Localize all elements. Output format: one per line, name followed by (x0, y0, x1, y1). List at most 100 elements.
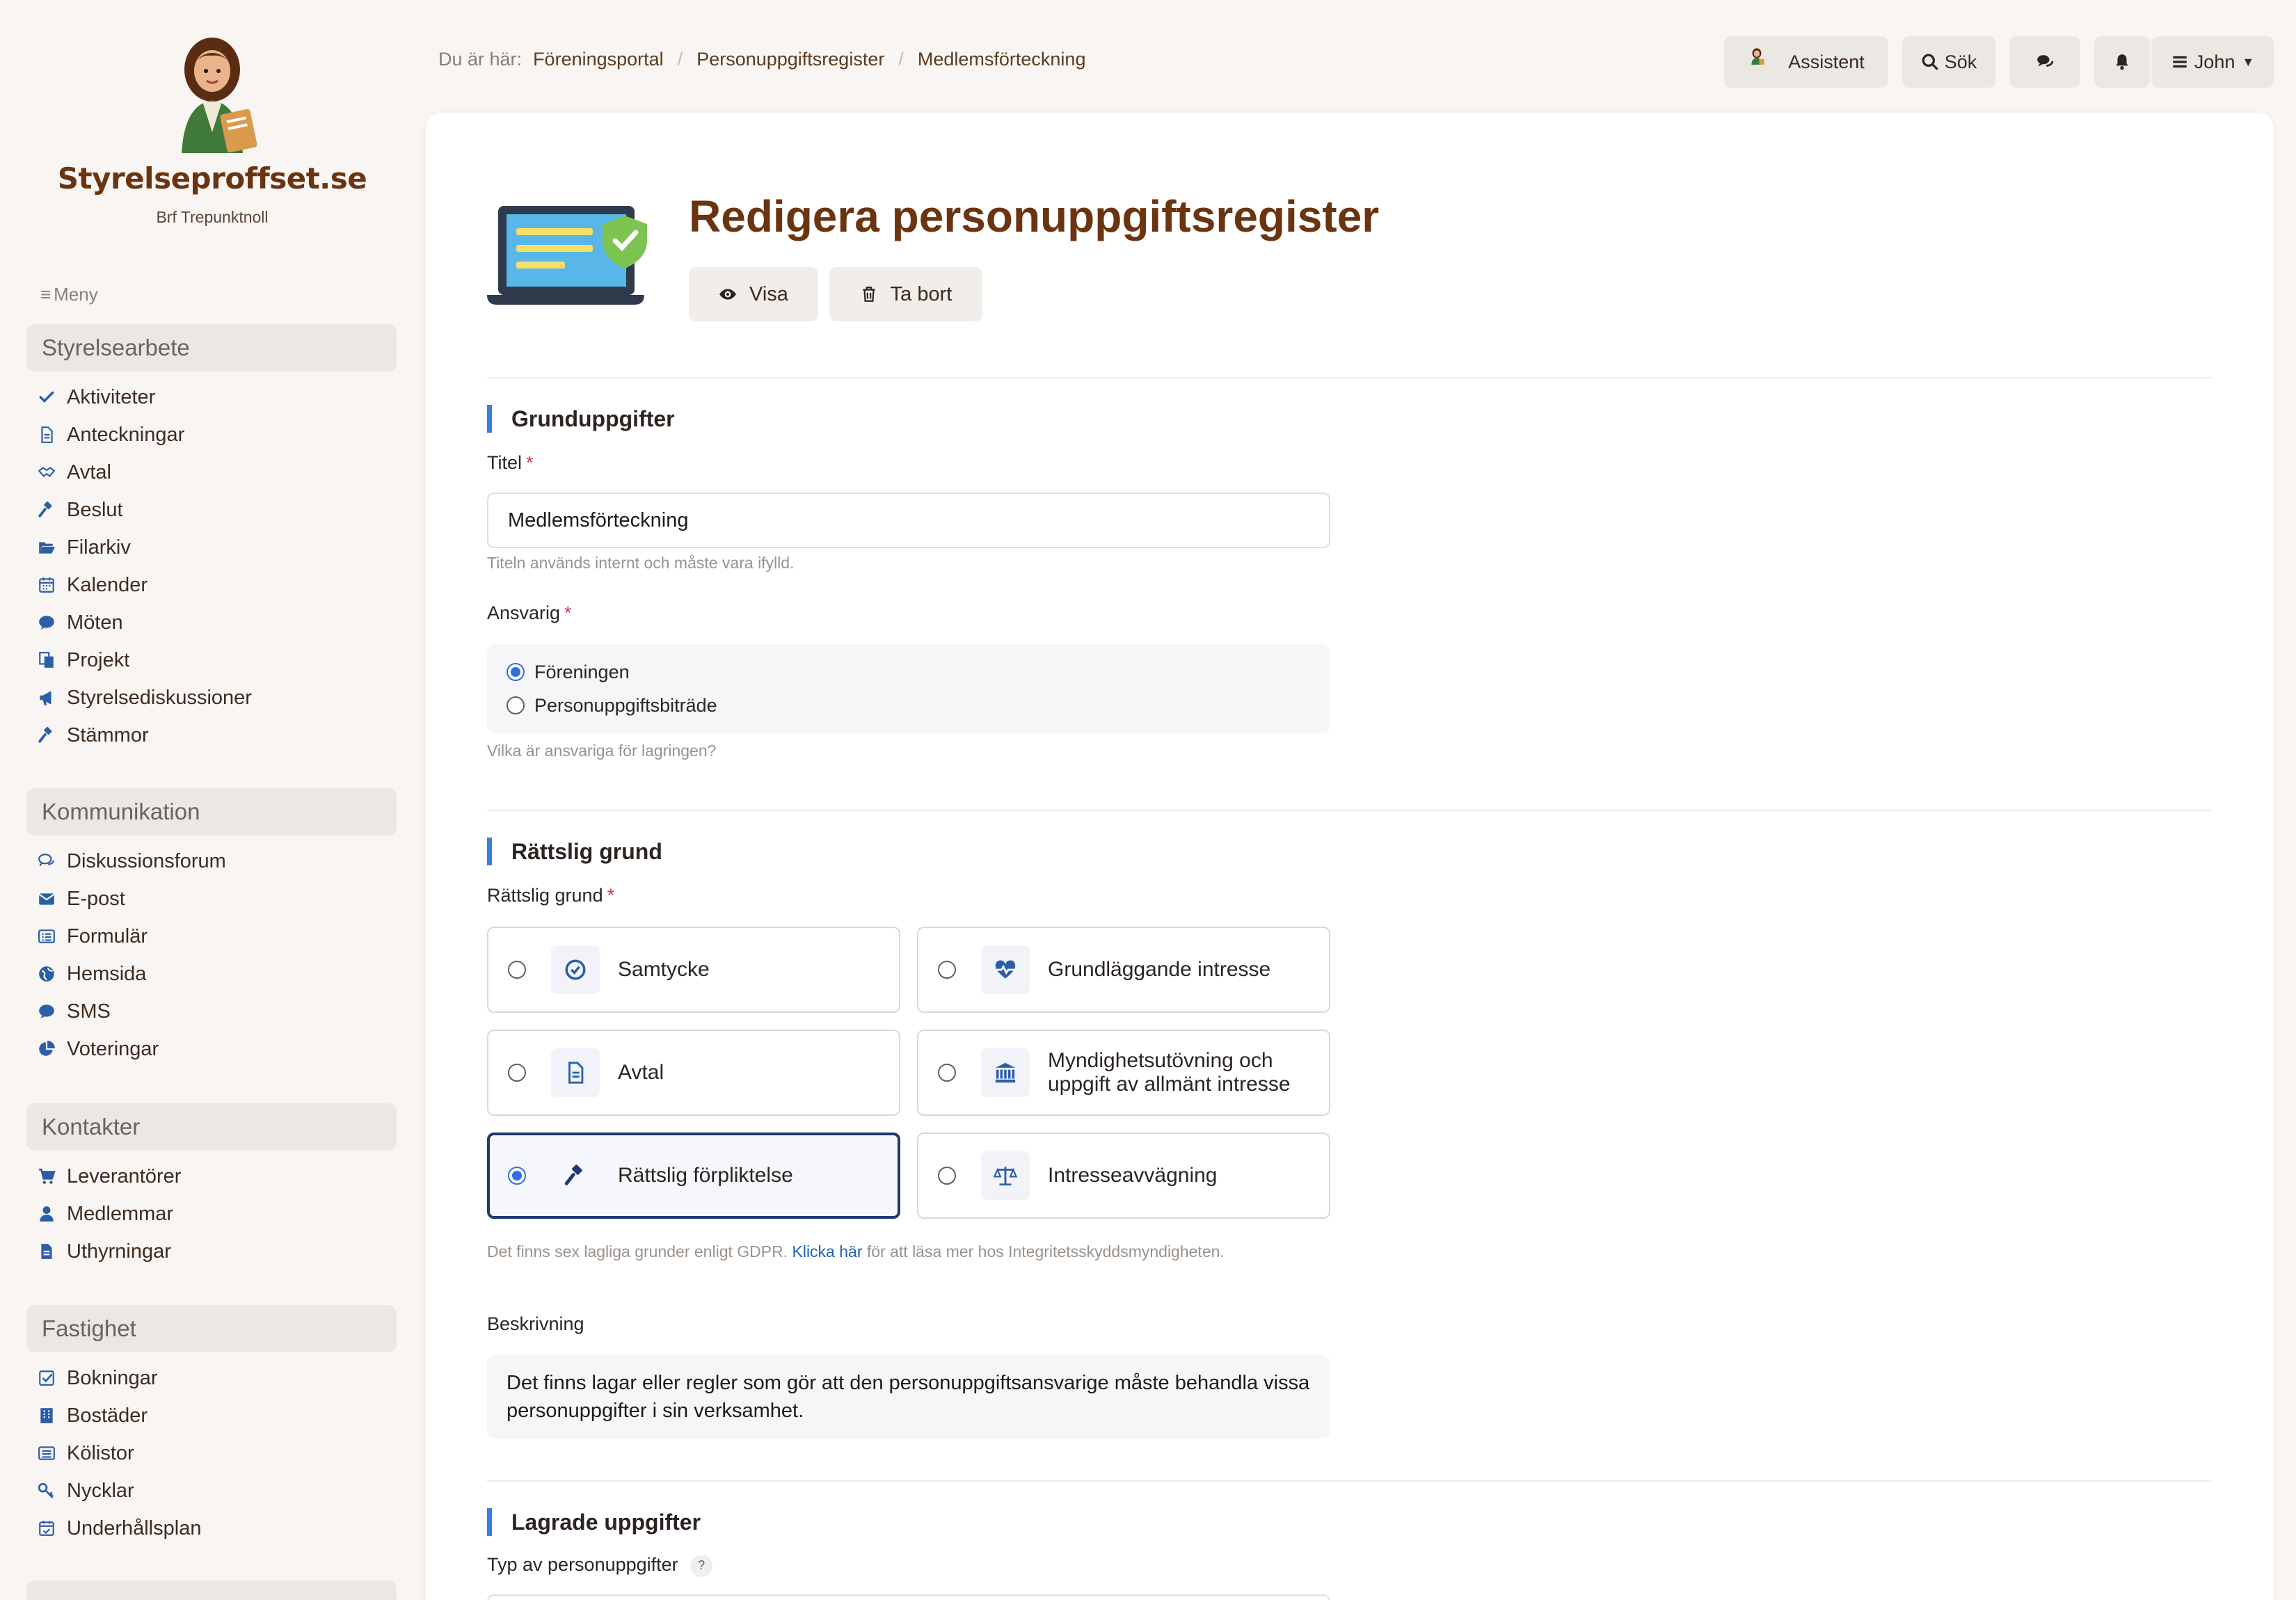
sidebar-item-label: Diskussionsforum (67, 849, 226, 872)
sidebar-item-leverantorer[interactable]: Leverantörer (36, 1158, 398, 1195)
sidebar-item-kolistor[interactable]: Kölistor (36, 1434, 398, 1472)
legal-option-myndighetsutovning[interactable]: Myndighetsutövning och uppgift av allmän… (917, 1030, 1330, 1116)
brand-name: Styrelseproffset.se (57, 161, 367, 195)
sidebar-item-hemsida[interactable]: Hemsida (36, 955, 398, 993)
search-button[interactable]: Sök (1902, 36, 1995, 88)
hamburger-icon: ≡ (40, 284, 51, 305)
sidebar-item-label: Voteringar (67, 1037, 159, 1060)
radio-button[interactable] (508, 1064, 526, 1082)
sidebar-item-anteckningar[interactable]: Anteckningar (36, 416, 398, 454)
main-card: Redigera personuppgiftsregister Visa Ta … (426, 113, 2274, 1600)
sidebar-item-formular[interactable]: Formulär (36, 918, 398, 955)
check-icon (36, 387, 57, 408)
help-question-icon[interactable]: ? (690, 1554, 713, 1577)
sidebar-item-styrelsediskussioner[interactable]: Styrelsediskussioner (36, 679, 398, 717)
sidebar-item-e-post[interactable]: E-post (36, 880, 398, 918)
user-icon (36, 1203, 57, 1224)
legal-basis-field-label: Rättslig grund * (487, 885, 614, 906)
delete-button[interactable]: Ta bort (829, 267, 982, 321)
data-type-input[interactable] (487, 1594, 1330, 1600)
user-menu-button[interactable]: John ▼ (2151, 36, 2274, 88)
breadcrumb-link-personuppgiftsregister[interactable]: Personuppgiftsregister (696, 49, 884, 70)
legal-option-rattslig-forpliktelse[interactable]: Rättslig förpliktelse (487, 1133, 900, 1219)
description-textarea[interactable]: Det finns lagar eller regler som gör att… (487, 1355, 1330, 1439)
eye-icon (719, 285, 749, 303)
sidebar-item-beslut[interactable]: Beslut (36, 491, 398, 529)
key-icon (36, 1480, 57, 1501)
radio-button[interactable] (508, 961, 526, 979)
title-input[interactable]: Medlemsförteckning (487, 493, 1330, 548)
sidebar-item-bokningar[interactable]: Bokningar (36, 1359, 398, 1397)
radio-button[interactable] (938, 1167, 956, 1185)
sidebar-item-label: Nycklar (67, 1479, 134, 1502)
bell-icon (2113, 53, 2131, 71)
legal-help-text: Det finns sex lagliga grunder enligt GDP… (487, 1240, 1330, 1263)
sidebar-section-next[interactable] (26, 1581, 397, 1600)
sidebar-item-uthyrningar[interactable]: Uthyrningar (36, 1233, 398, 1270)
sidebar-section-kommunikation[interactable]: Kommunikation (26, 788, 397, 835)
menu-toggle[interactable]: ≡ Meny (40, 284, 98, 305)
trash-icon (860, 285, 891, 303)
radio-button[interactable] (507, 696, 525, 714)
radio-button-selected[interactable] (507, 663, 525, 681)
title-field-label: Titel * (487, 452, 534, 474)
legal-option-intresseavvagning[interactable]: Intresseavvägning (917, 1133, 1330, 1219)
view-button[interactable]: Visa (689, 267, 818, 321)
legal-option-samtycke[interactable]: Samtycke (487, 927, 900, 1013)
option-label: Grundläggande intresse (1048, 958, 1271, 981)
legal-option-grundlaggande-intresse[interactable]: Grundläggande intresse (917, 927, 1330, 1013)
sidebar-item-nycklar[interactable]: Nycklar (36, 1472, 398, 1510)
option-label: Samtycke (618, 958, 710, 981)
legal-option-avtal[interactable]: Avtal (487, 1030, 900, 1116)
assistant-button[interactable]: Assistent (1724, 36, 1888, 88)
messages-button[interactable] (2009, 36, 2080, 88)
gavel-icon (36, 499, 57, 520)
organization-name: Brf Trepunktnoll (156, 208, 269, 226)
file-icon (551, 1048, 600, 1097)
sidebar-item-bostader[interactable]: Bostäder (36, 1397, 398, 1434)
divider (487, 377, 2211, 378)
sidebar-item-sms[interactable]: SMS (36, 993, 398, 1030)
description-label: Beskrivning (487, 1313, 584, 1334)
sidebar: Styrelseproffset.se Brf Trepunktnoll ≡ Me… (0, 0, 424, 1600)
sidebar-item-moten[interactable]: Möten (36, 604, 398, 641)
comment-icon (36, 1001, 57, 1022)
breadcrumb-link-foreningsportal[interactable]: Föreningsportal (533, 49, 664, 70)
pie-chart-icon (36, 1039, 57, 1059)
sidebar-item-medlemmar[interactable]: Medlemmar (36, 1195, 398, 1233)
legal-help-link[interactable]: Klicka här (792, 1242, 863, 1261)
legal-help-before: Det finns sex lagliga grunder enligt GDP… (487, 1242, 788, 1261)
divider (487, 1480, 2211, 1482)
radio-button-selected[interactable] (508, 1167, 526, 1185)
sidebar-item-kalender[interactable]: Kalender (36, 566, 398, 604)
sidebar-item-voteringar[interactable]: Voteringar (36, 1030, 398, 1068)
radio-option-personuppgiftsbitrade[interactable]: Personuppgiftsbiträde (507, 689, 1311, 722)
section-heading-stored: Lagrade uppgifter (487, 1508, 701, 1536)
laptop-shield-illustration (487, 203, 654, 314)
logo[interactable]: Styrelseproffset.se Brf Trepunktnoll (28, 28, 397, 227)
gavel-icon (551, 1151, 600, 1200)
sidebar-section-fastighet[interactable]: Fastighet (26, 1305, 397, 1352)
check-circle-icon (551, 945, 600, 994)
sidebar-item-label: Anteckningar (67, 423, 185, 446)
sidebar-section-kontakter[interactable]: Kontakter (26, 1103, 397, 1151)
radio-option-foreningen[interactable]: Föreningen (507, 655, 1311, 689)
sidebar-section-styrelsearbete[interactable]: Styrelsearbete (26, 324, 397, 371)
breadcrumb-current[interactable]: Medlemsförteckning (918, 49, 1086, 70)
cart-icon (36, 1166, 57, 1187)
radio-button[interactable] (938, 961, 956, 979)
radio-button[interactable] (938, 1064, 956, 1082)
radio-label: Föreningen (534, 661, 630, 682)
sidebar-item-aktiviteter[interactable]: Aktiviteter (36, 378, 398, 416)
sidebar-item-stammor[interactable]: Stämmor (36, 717, 398, 754)
menu-label: Meny (54, 284, 98, 305)
sidebar-item-underhallsplan[interactable]: Underhållsplan (36, 1510, 398, 1547)
sidebar-item-filarkiv[interactable]: Filarkiv (36, 529, 398, 566)
notifications-button[interactable] (2094, 36, 2150, 88)
title-label-text: Titel (487, 452, 523, 473)
calendar-check-icon (36, 1518, 57, 1539)
sidebar-item-avtal[interactable]: Avtal (36, 454, 398, 491)
heartbeat-icon (981, 945, 1030, 994)
sidebar-item-projekt[interactable]: Projekt (36, 641, 398, 679)
sidebar-item-diskussionsforum[interactable]: Diskussionsforum (36, 842, 398, 880)
